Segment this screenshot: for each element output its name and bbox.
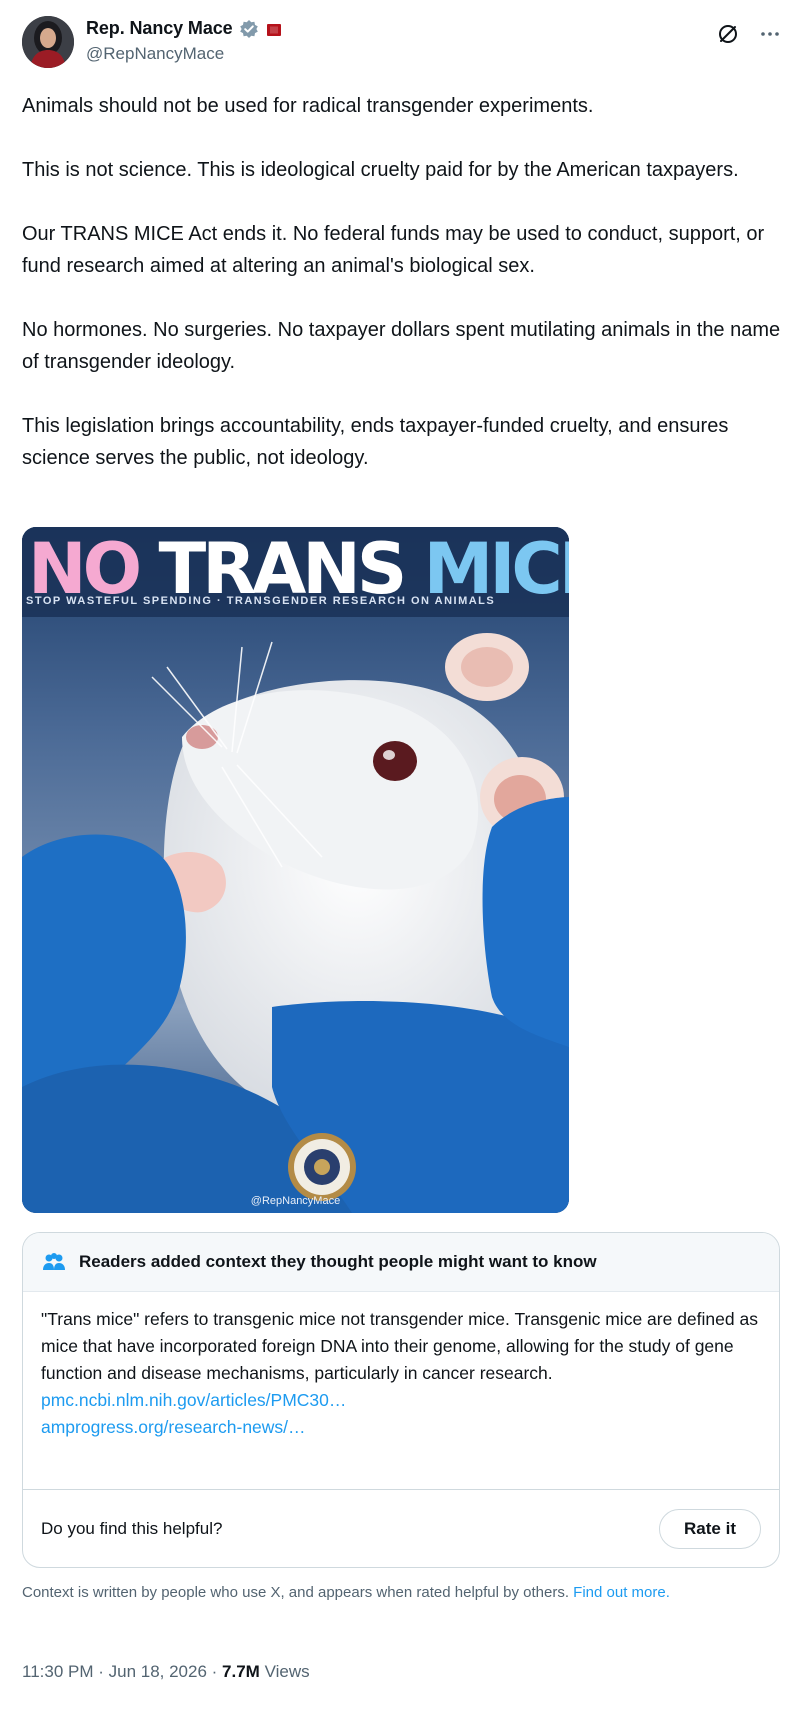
banner-subtitle: STOP WASTEFUL SPENDING · TRANSGENDER RES… — [26, 595, 496, 607]
community-note: Readers added context they thought peopl… — [22, 1232, 780, 1568]
views-count: 7.7M — [222, 1662, 260, 1681]
more-icon[interactable] — [758, 22, 782, 46]
tweet-post: Rep. Nancy Mace @RepNancyMace Animals sh… — [0, 0, 800, 1712]
grok-icon[interactable] — [716, 22, 740, 46]
government-flag-icon — [266, 23, 281, 36]
tweet-text: Animals should not be used for radical t… — [22, 90, 782, 506]
timestamp[interactable]: 11:30 PM · Jun 18, 2026 · — [22, 1662, 217, 1681]
tweet-header: Rep. Nancy Mace @RepNancyMace — [22, 14, 782, 70]
mouse-illustration — [22, 527, 569, 1213]
name-row: Rep. Nancy Mace — [86, 18, 281, 39]
tweet-paragraph: This is not science. This is ideological… — [22, 159, 739, 181]
note-text: "Trans mice" refers to transgenic mice n… — [41, 1309, 758, 1383]
note-title: Readers added context they thought peopl… — [79, 1252, 597, 1271]
image-watermark: @RepNancyMace — [250, 1195, 341, 1207]
tweet-paragraph: No hormones. No surgeries. No taxpayer d… — [22, 319, 781, 373]
rate-it-button[interactable]: Rate it — [659, 1508, 761, 1549]
helpful-question: Do you find this helpful? — [41, 1518, 223, 1538]
views-label: Views — [264, 1662, 310, 1681]
note-footer: Do you find this helpful? Rate it — [23, 1489, 779, 1567]
tweet-paragraph: This legislation brings accountability, … — [22, 415, 729, 469]
avatar-image — [22, 16, 74, 68]
note-header: Readers added context they thought peopl… — [23, 1233, 779, 1292]
note-disclaimer: Context is written by people who use X, … — [22, 1582, 778, 1604]
disclaimer-text: Context is written by people who use X, … — [22, 1584, 569, 1601]
tweet-paragraph: Our TRANS MICE Act ends it. No federal f… — [22, 223, 765, 277]
find-out-more-link[interactable]: Find out more. — [573, 1584, 670, 1601]
header-actions — [716, 22, 782, 46]
display-name[interactable]: Rep. Nancy Mace — [86, 18, 233, 39]
tweet-paragraph: Animals should not be used for radical t… — [22, 95, 594, 117]
tweet-meta: 11:30 PM · Jun 18, 2026 · 7.7M Views — [22, 1662, 310, 1682]
user-handle[interactable]: @RepNancyMace — [86, 44, 224, 64]
people-icon — [41, 1251, 67, 1273]
tweet-media-image[interactable]: NO TRANS MICE STOP WASTEFUL SPENDING · T… — [22, 527, 569, 1213]
verified-badge-icon — [239, 19, 259, 39]
avatar[interactable] — [22, 16, 74, 68]
note-source-link[interactable]: pmc.ncbi.nlm.nih.gov/articles/PMC30… — [41, 1387, 761, 1414]
note-body: "Trans mice" refers to transgenic mice n… — [23, 1292, 779, 1484]
note-source-link[interactable]: amprogress.org/research-news/… — [41, 1414, 761, 1441]
